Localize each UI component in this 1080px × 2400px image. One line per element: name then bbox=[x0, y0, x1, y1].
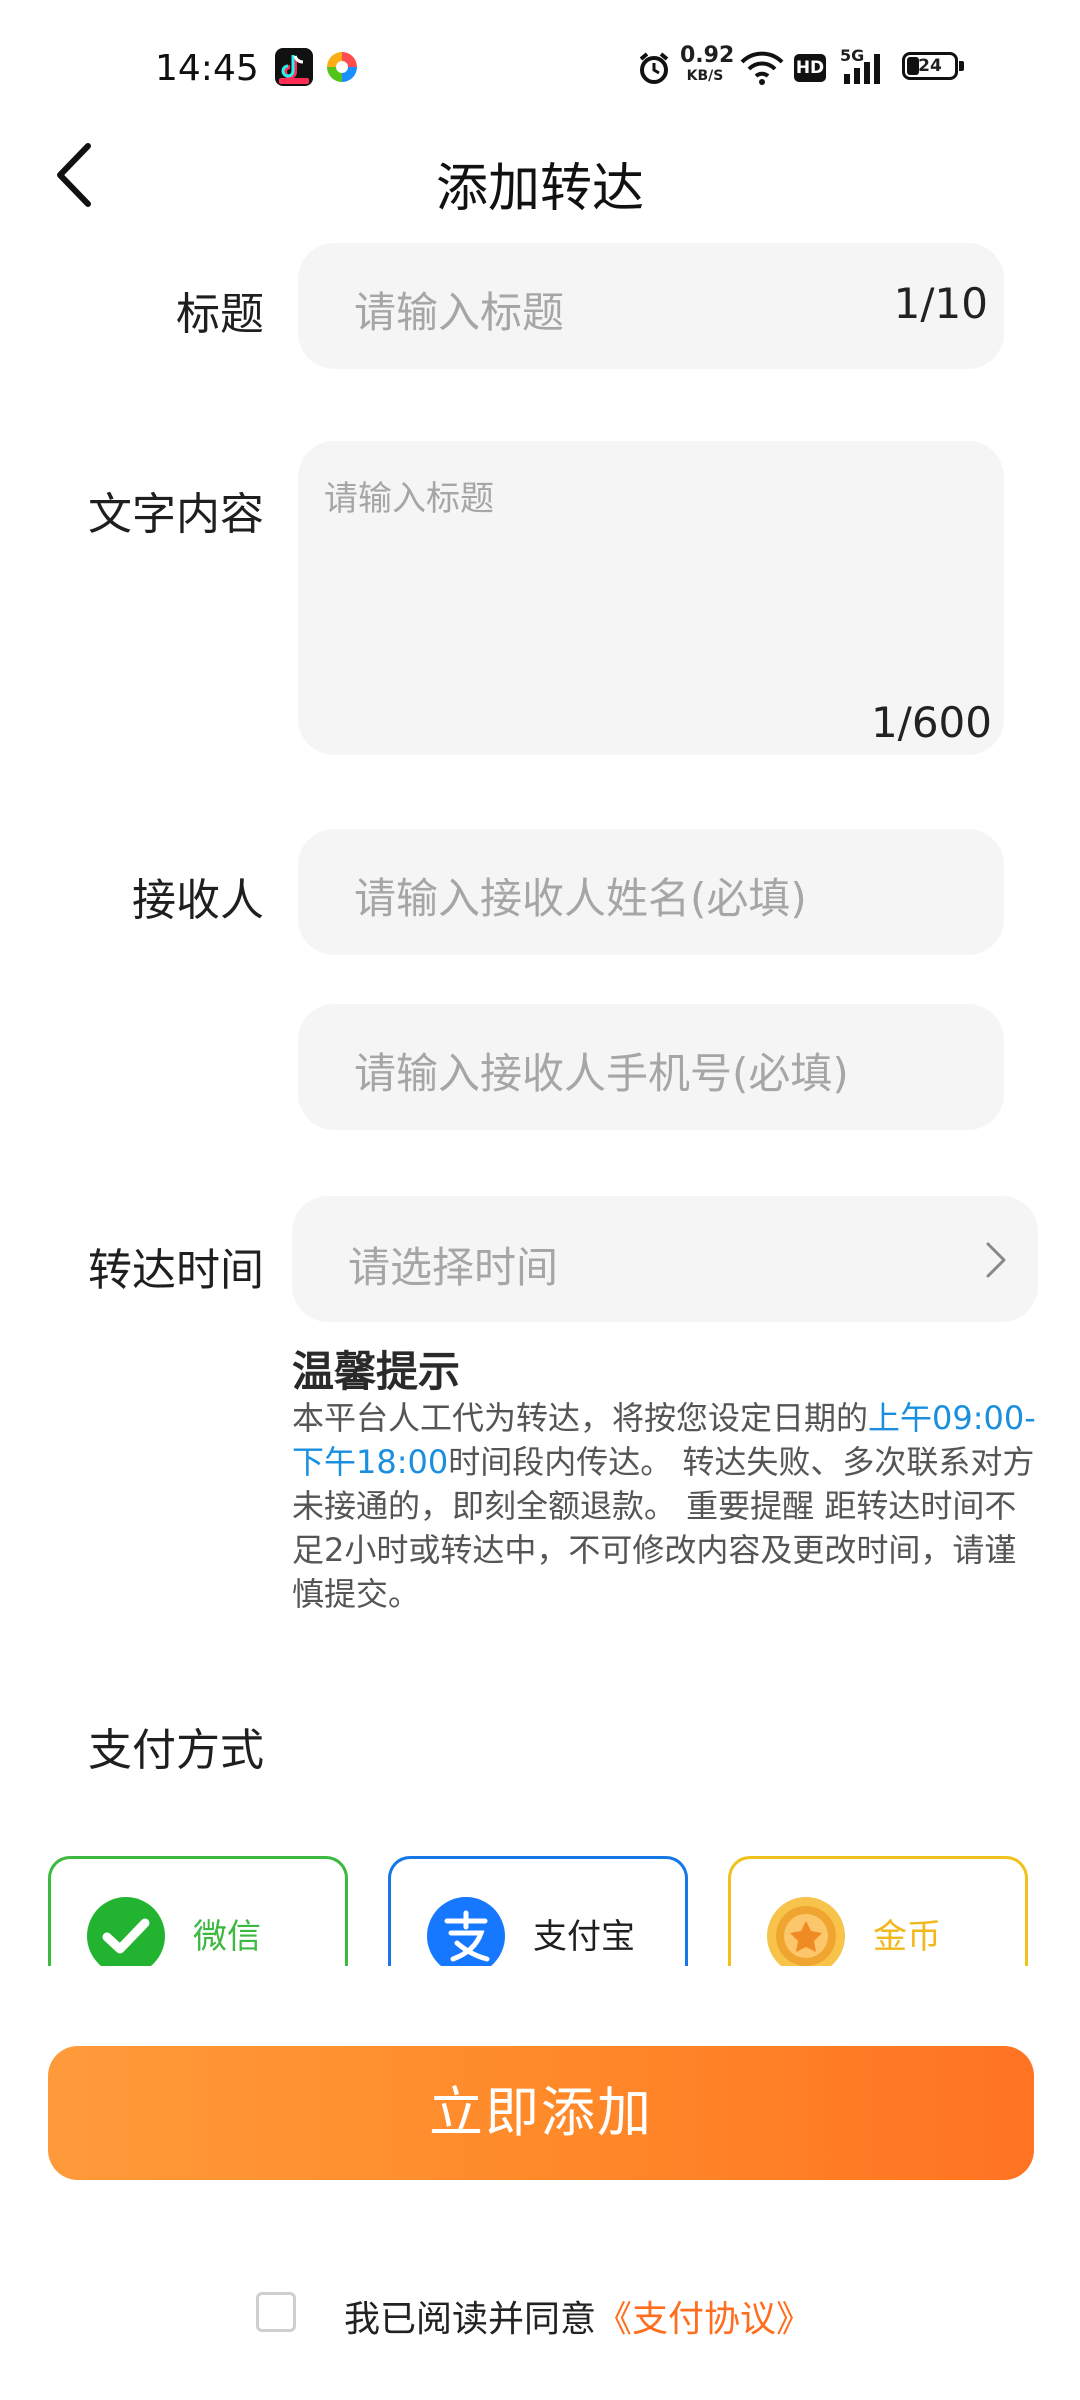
pay-option-alipay[interactable]: 支付宝 bbox=[388, 1856, 688, 1966]
signal-icon: 5G bbox=[840, 46, 890, 86]
receiver-name-input[interactable]: 请输入接收人姓名(必填) bbox=[298, 829, 1004, 955]
pay-option-gold[interactable]: 金币 bbox=[728, 1856, 1028, 1966]
receiver-label: 接收人 bbox=[132, 875, 264, 926]
net-speed-unit: KB/S bbox=[686, 68, 724, 84]
time-picker[interactable]: 请选择时间 bbox=[292, 1196, 1038, 1322]
wechat-icon bbox=[87, 1897, 165, 1966]
receiver-phone-placeholder: 请输入接收人手机号(必填) bbox=[354, 1049, 849, 1098]
tiktok-icon bbox=[275, 48, 313, 86]
wechat-label: 微信 bbox=[193, 1917, 261, 1957]
agreement-label: 我已阅读并同意 bbox=[344, 2299, 597, 2340]
agreement-text: 我已阅读并同意《支付协议》 bbox=[344, 2290, 812, 2342]
tip-body: 本平台人工代为转达，将按您设定日期的上午09:00-下午18:00时间段内传达。… bbox=[292, 1396, 1040, 1616]
payment-label: 支付方式 bbox=[88, 1725, 264, 1776]
battery-icon: 24 bbox=[902, 52, 966, 82]
gold-coin-icon bbox=[767, 1897, 845, 1966]
content-label: 文字内容 bbox=[88, 489, 264, 540]
alarm-icon bbox=[636, 50, 672, 86]
time-label: 转达时间 bbox=[88, 1245, 264, 1296]
title-label: 标题 bbox=[176, 289, 264, 340]
alipay-label: 支付宝 bbox=[533, 1917, 635, 1957]
wifi-icon bbox=[740, 50, 784, 86]
payment-agreement-link[interactable]: 《支付协议》 bbox=[596, 2299, 812, 2340]
tip-title: 温馨提示 bbox=[292, 1347, 461, 1396]
submit-button[interactable]: 立即添加 bbox=[48, 2046, 1034, 2180]
tip-text-before: 本平台人工代为转达，将按您设定日期的 bbox=[292, 1399, 869, 1437]
content-counter: 1/600 bbox=[870, 698, 992, 747]
receiver-phone-input[interactable]: 请输入接收人手机号(必填) bbox=[298, 1004, 1004, 1130]
title-input[interactable]: 请输入标题 1/10 bbox=[298, 243, 1004, 369]
status-time: 14:45 bbox=[155, 48, 259, 89]
battery-level: 24 bbox=[918, 56, 942, 76]
net-speed: 0.92 KB/S bbox=[680, 43, 735, 86]
content-textarea[interactable]: 请输入标题 1/600 bbox=[298, 441, 1004, 755]
title-counter: 1/10 bbox=[893, 279, 988, 328]
agree-checkbox[interactable] bbox=[256, 2292, 296, 2332]
alipay-icon bbox=[427, 1897, 505, 1966]
net-speed-value: 0.92 bbox=[680, 43, 735, 68]
chevron-right-icon bbox=[984, 1240, 1008, 1280]
receiver-name-placeholder: 请输入接收人姓名(必填) bbox=[354, 874, 807, 923]
page-title: 添加转达 bbox=[435, 159, 644, 219]
gold-label: 金币 bbox=[873, 1917, 941, 1957]
pay-option-wechat[interactable]: 微信 bbox=[48, 1856, 348, 1966]
content-placeholder: 请输入标题 bbox=[324, 479, 494, 519]
hd-icon: HD bbox=[794, 54, 826, 82]
colorful-app-icon bbox=[323, 48, 361, 86]
time-placeholder: 请选择时间 bbox=[348, 1243, 559, 1292]
title-placeholder: 请输入标题 bbox=[354, 288, 565, 337]
